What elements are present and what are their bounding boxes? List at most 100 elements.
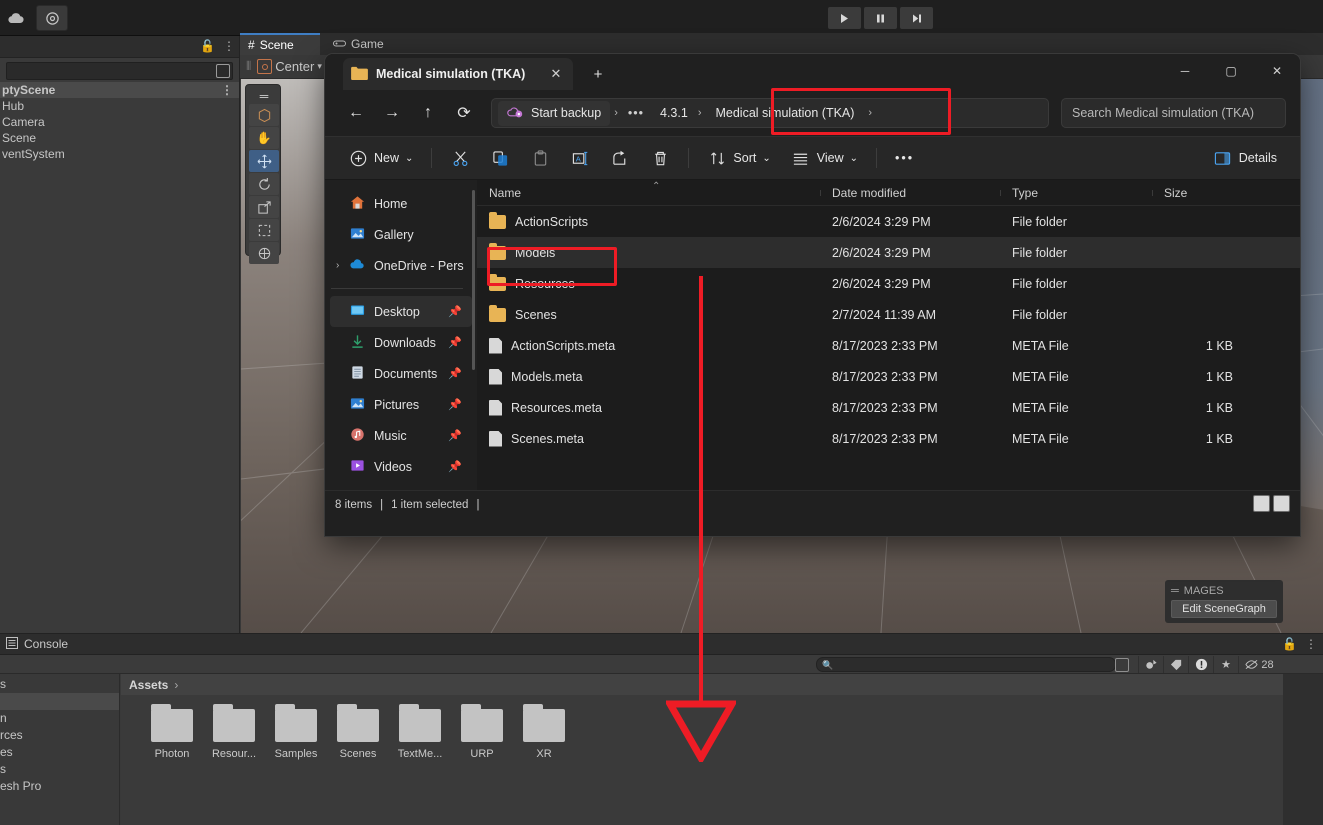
- breadcrumb-overflow-button[interactable]: •••: [622, 103, 650, 123]
- kebab-menu-icon[interactable]: ⋮: [221, 82, 233, 98]
- sidebar-item-onedrive[interactable]: › OneDrive - Pers: [330, 250, 472, 281]
- tool-move-icon[interactable]: [249, 150, 279, 172]
- share-button[interactable]: [601, 143, 639, 173]
- edit-scenegraph-button[interactable]: Edit SceneGraph: [1171, 600, 1277, 618]
- hidden-count-badge[interactable]: 28: [1238, 656, 1280, 673]
- maximize-button[interactable]: ▢: [1208, 54, 1254, 87]
- sidebar-item-gallery[interactable]: Gallery: [330, 219, 472, 250]
- pin-icon[interactable]: 📌: [448, 429, 462, 442]
- project-tree-item[interactable]: n: [0, 710, 119, 727]
- sidebar-scrollbar[interactable]: [472, 190, 475, 370]
- project-tree-item[interactable]: esh Pro: [0, 778, 119, 795]
- asset-item[interactable]: Photon: [141, 704, 203, 760]
- kebab-menu-icon[interactable]: ⋮: [1305, 637, 1317, 651]
- delete-button[interactable]: [641, 143, 679, 173]
- asset-item[interactable]: Samples: [265, 704, 327, 760]
- address-bar[interactable]: Start backup › ••• 4.3.1 › Medical simul…: [491, 98, 1049, 128]
- filter-object-icon[interactable]: [1138, 656, 1163, 673]
- tool-rect-icon[interactable]: [249, 219, 279, 241]
- sidebar-item-music[interactable]: Music 📌: [330, 420, 472, 451]
- pivot-mode-dropdown[interactable]: Center ▾: [257, 59, 322, 74]
- new-tab-button[interactable]: +: [587, 64, 609, 84]
- pin-icon[interactable]: 📌: [448, 398, 462, 411]
- kebab-menu-icon[interactable]: ⋮: [223, 39, 235, 53]
- filter-label-icon[interactable]: [1163, 656, 1188, 673]
- favorites-star-icon[interactable]: ★: [1213, 656, 1238, 673]
- back-button[interactable]: ←: [339, 98, 373, 128]
- column-header-type[interactable]: Type: [1000, 186, 1152, 200]
- table-row[interactable]: Resources.meta 8/17/2023 2:33 PM META File…: [477, 392, 1300, 423]
- hierarchy-item[interactable]: ventSystem: [0, 146, 239, 162]
- table-row[interactable]: Resources 2/6/2024 3:29 PM File folder: [477, 268, 1300, 299]
- asset-item[interactable]: Resour...: [203, 704, 265, 760]
- tool-scale-icon[interactable]: [249, 196, 279, 218]
- tool-drag-handle-icon[interactable]: ═: [249, 89, 279, 103]
- column-header-date[interactable]: Date modified: [820, 186, 1000, 200]
- chevron-right-icon[interactable]: ›: [336, 260, 339, 271]
- pin-icon[interactable]: 📌: [448, 336, 462, 349]
- up-button[interactable]: ↑: [411, 98, 445, 128]
- new-button[interactable]: New ⌄: [339, 143, 422, 173]
- project-search-input[interactable]: 🔍: [816, 657, 1129, 672]
- paste-button[interactable]: [521, 143, 559, 173]
- pin-icon[interactable]: 📌: [448, 305, 462, 318]
- pin-icon[interactable]: 📌: [448, 367, 462, 380]
- project-tree-item[interactable]: es: [0, 744, 119, 761]
- hierarchy-item[interactable]: Scene: [0, 130, 239, 146]
- sidebar-item-pictures[interactable]: Pictures 📌: [330, 389, 472, 420]
- close-icon[interactable]: ✕: [547, 65, 565, 83]
- sidebar-item-videos[interactable]: Videos 📌: [330, 451, 472, 482]
- lock-icon[interactable]: 🔓: [200, 39, 215, 53]
- project-tree-item[interactable]: s: [0, 676, 119, 693]
- pause-button[interactable]: [864, 7, 897, 29]
- breadcrumb-assets-label[interactable]: Assets: [129, 678, 168, 692]
- view-mode-toggles[interactable]: [1253, 495, 1290, 512]
- chevron-right-icon[interactable]: ›: [698, 107, 702, 119]
- play-button[interactable]: [828, 7, 861, 29]
- minimize-button[interactable]: ─: [1162, 54, 1208, 87]
- tool-rotate-icon[interactable]: [249, 173, 279, 195]
- table-row[interactable]: Models 2/6/2024 3:29 PM File folder: [477, 237, 1300, 268]
- project-tree-item[interactable]: s: [0, 761, 119, 778]
- popout-icon[interactable]: [1115, 658, 1129, 672]
- hierarchy-item[interactable]: ptyScene ⋮: [0, 82, 239, 98]
- explorer-title-bar[interactable]: Medical simulation (TKA) ✕ + ─ ▢ ✕: [325, 54, 1300, 90]
- asset-item[interactable]: URP: [451, 704, 513, 760]
- column-header-name[interactable]: Name ⌃: [477, 181, 820, 200]
- gear-icon[interactable]: [36, 5, 68, 31]
- project-filter-icons[interactable]: ★ 28: [1138, 656, 1280, 673]
- project-tree-item[interactable]: [0, 693, 119, 710]
- sort-button[interactable]: Sort ⌄: [698, 143, 779, 173]
- lock-icon[interactable]: 🔓: [1282, 637, 1297, 651]
- table-row[interactable]: ActionScripts.meta 8/17/2023 2:33 PM META …: [477, 330, 1300, 361]
- more-options-button[interactable]: •••: [886, 143, 923, 173]
- forward-button[interactable]: →: [375, 98, 409, 128]
- tool-transform-icon[interactable]: [249, 242, 279, 264]
- hierarchy-item[interactable]: Hub: [0, 98, 239, 114]
- chevron-right-icon[interactable]: ›: [868, 107, 872, 119]
- window-controls[interactable]: ─ ▢ ✕: [1162, 54, 1300, 87]
- project-tree-item[interactable]: rces: [0, 727, 119, 744]
- start-backup-button[interactable]: Start backup: [498, 100, 611, 126]
- search-input[interactable]: Search Medical simulation (TKA): [1061, 98, 1286, 128]
- hierarchy-search-input[interactable]: [6, 62, 233, 80]
- tool-cube-icon[interactable]: [249, 104, 279, 126]
- console-tab-label[interactable]: Console: [24, 637, 68, 651]
- drag-handle-icon[interactable]: ═: [1171, 585, 1179, 597]
- cloud-icon[interactable]: [0, 5, 32, 31]
- details-pane-button[interactable]: Details: [1204, 143, 1286, 173]
- table-row[interactable]: Scenes 2/7/2024 11:39 AM File folder: [477, 299, 1300, 330]
- asset-item[interactable]: Scenes: [327, 704, 389, 760]
- table-row[interactable]: ActionScripts 2/6/2024 3:29 PM File folder: [477, 206, 1300, 237]
- sidebar-item-desktop[interactable]: Desktop 📌: [330, 296, 472, 327]
- hierarchy-item[interactable]: Camera: [0, 114, 239, 130]
- asset-item[interactable]: XR: [513, 704, 575, 760]
- view-button[interactable]: View ⌄: [782, 143, 867, 173]
- toolbar-grip-icon[interactable]: ⦀: [246, 59, 251, 74]
- hierarchy-panel-controls[interactable]: 🔓 ⋮: [200, 39, 235, 53]
- copy-button[interactable]: [481, 143, 519, 173]
- large-icons-view-button[interactable]: [1273, 495, 1290, 512]
- sidebar-item-downloads[interactable]: Downloads 📌: [330, 327, 472, 358]
- tab-scene[interactable]: # Scene: [240, 33, 320, 55]
- close-window-button[interactable]: ✕: [1254, 54, 1300, 87]
